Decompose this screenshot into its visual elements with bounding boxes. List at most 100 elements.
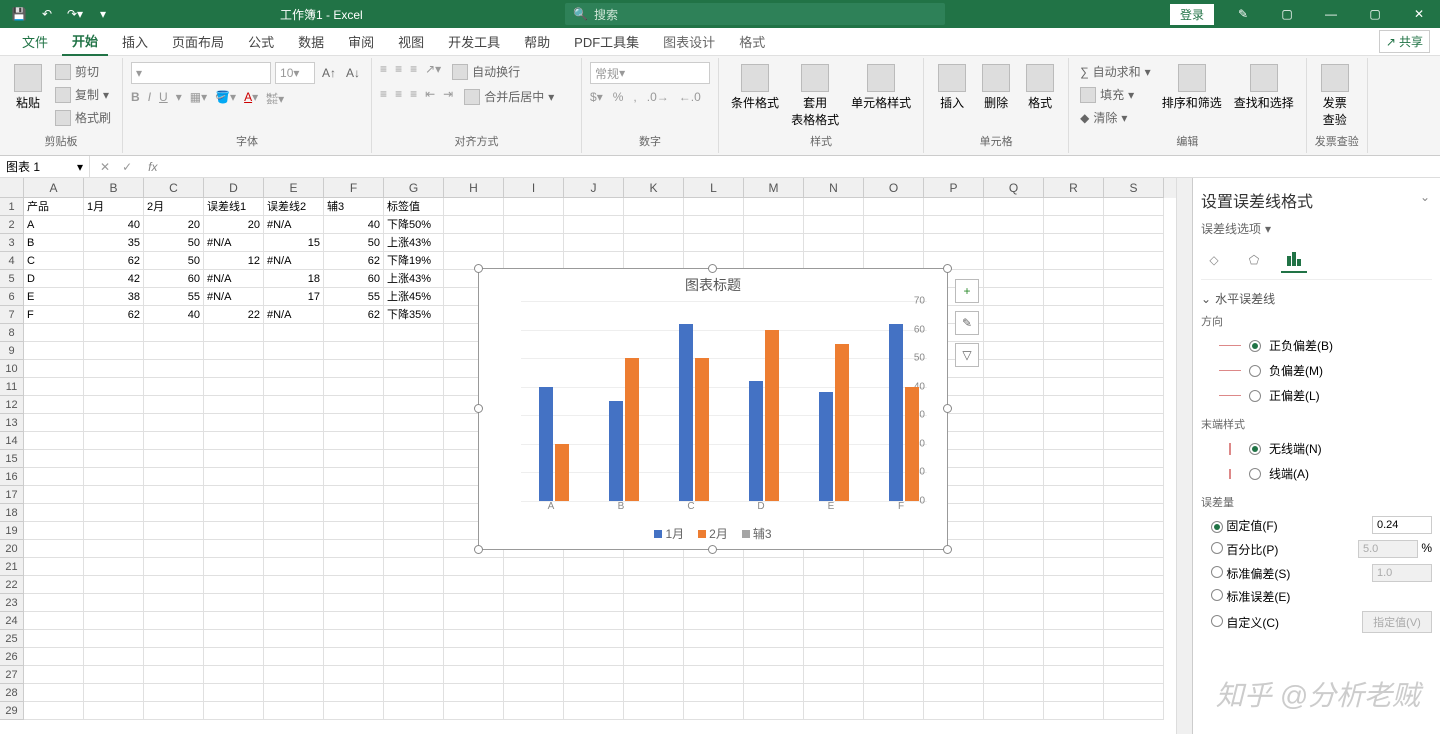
row-header[interactable]: 27 bbox=[0, 666, 24, 684]
chart-filters-button[interactable]: ▽ bbox=[955, 343, 979, 367]
cell[interactable] bbox=[324, 522, 384, 540]
cell[interactable] bbox=[984, 270, 1044, 288]
col-header[interactable]: P bbox=[924, 178, 984, 198]
cell[interactable]: 误差线2 bbox=[264, 198, 324, 216]
cell[interactable] bbox=[144, 324, 204, 342]
cell[interactable] bbox=[324, 486, 384, 504]
cell[interactable] bbox=[204, 450, 264, 468]
cell[interactable] bbox=[144, 540, 204, 558]
cell[interactable] bbox=[804, 594, 864, 612]
cell[interactable] bbox=[324, 378, 384, 396]
col-header[interactable]: M bbox=[744, 178, 804, 198]
cell[interactable] bbox=[564, 558, 624, 576]
cell[interactable] bbox=[1104, 270, 1164, 288]
col-header[interactable]: D bbox=[204, 178, 264, 198]
cell[interactable]: 15 bbox=[264, 234, 324, 252]
cell[interactable] bbox=[384, 702, 444, 720]
cell[interactable] bbox=[1044, 648, 1104, 666]
cell[interactable]: #N/A bbox=[204, 234, 264, 252]
row-header[interactable]: 9 bbox=[0, 342, 24, 360]
cell[interactable] bbox=[144, 576, 204, 594]
cell[interactable] bbox=[744, 702, 804, 720]
cell[interactable] bbox=[984, 522, 1044, 540]
cell[interactable] bbox=[204, 324, 264, 342]
fill-button[interactable]: 填充▾ bbox=[1077, 85, 1154, 104]
row-header[interactable]: 1 bbox=[0, 198, 24, 216]
cell[interactable] bbox=[444, 684, 504, 702]
cell[interactable] bbox=[1104, 648, 1164, 666]
cell[interactable] bbox=[984, 612, 1044, 630]
fixed-value-input[interactable] bbox=[1372, 516, 1432, 534]
cell-styles-button[interactable]: 单元格样式 bbox=[847, 62, 915, 113]
cell[interactable] bbox=[24, 702, 84, 720]
cell[interactable] bbox=[264, 522, 324, 540]
cell[interactable] bbox=[84, 594, 144, 612]
cell[interactable] bbox=[144, 414, 204, 432]
cell[interactable]: 上涨45% bbox=[384, 288, 444, 306]
cell[interactable] bbox=[264, 612, 324, 630]
cell[interactable] bbox=[504, 576, 564, 594]
tab-insert[interactable]: 插入 bbox=[112, 28, 158, 55]
cell[interactable]: C bbox=[24, 252, 84, 270]
cell[interactable]: 50 bbox=[144, 234, 204, 252]
pane-subtitle[interactable]: 误差线选项 ▾ bbox=[1201, 220, 1432, 237]
cell[interactable] bbox=[984, 432, 1044, 450]
tab-file[interactable]: 文件 bbox=[12, 28, 58, 55]
cell[interactable] bbox=[1044, 234, 1104, 252]
cell[interactable] bbox=[144, 378, 204, 396]
cell[interactable] bbox=[1104, 252, 1164, 270]
cell[interactable] bbox=[984, 288, 1044, 306]
row-header[interactable]: 8 bbox=[0, 324, 24, 342]
cell[interactable] bbox=[744, 594, 804, 612]
format-as-table-button[interactable]: 套用 表格格式 bbox=[787, 62, 843, 130]
tab-home[interactable]: 开始 bbox=[62, 27, 108, 56]
invoice-check-button[interactable]: 发票 查验 bbox=[1315, 62, 1355, 130]
pane-tab-fill-icon[interactable]: ◇ bbox=[1201, 247, 1227, 273]
cell[interactable] bbox=[984, 594, 1044, 612]
cell[interactable] bbox=[384, 378, 444, 396]
cell[interactable]: #N/A bbox=[264, 216, 324, 234]
cell[interactable] bbox=[204, 630, 264, 648]
row-header[interactable]: 7 bbox=[0, 306, 24, 324]
row-header[interactable]: 17 bbox=[0, 486, 24, 504]
cell[interactable] bbox=[924, 684, 984, 702]
cell[interactable] bbox=[504, 648, 564, 666]
cell[interactable] bbox=[1104, 306, 1164, 324]
col-header[interactable]: C bbox=[144, 178, 204, 198]
col-header[interactable]: L bbox=[684, 178, 744, 198]
cell[interactable] bbox=[1104, 342, 1164, 360]
cell[interactable] bbox=[804, 576, 864, 594]
col-header[interactable]: E bbox=[264, 178, 324, 198]
undo-icon[interactable]: ↶ bbox=[36, 3, 58, 25]
radio-dir-both[interactable] bbox=[1249, 340, 1261, 352]
cell[interactable]: 62 bbox=[324, 306, 384, 324]
tab-developer[interactable]: 开发工具 bbox=[438, 28, 510, 55]
cell[interactable]: B bbox=[24, 234, 84, 252]
cell[interactable]: 42 bbox=[84, 270, 144, 288]
cell[interactable] bbox=[84, 450, 144, 468]
cell[interactable]: 下降35% bbox=[384, 306, 444, 324]
cell[interactable] bbox=[504, 594, 564, 612]
cell[interactable] bbox=[1044, 360, 1104, 378]
cell[interactable]: 下降19% bbox=[384, 252, 444, 270]
cell[interactable] bbox=[204, 342, 264, 360]
tab-review[interactable]: 审阅 bbox=[338, 28, 384, 55]
cell[interactable] bbox=[564, 576, 624, 594]
cell[interactable] bbox=[324, 414, 384, 432]
cell[interactable] bbox=[24, 324, 84, 342]
find-select-button[interactable]: 查找和选择 bbox=[1230, 62, 1298, 113]
cell[interactable] bbox=[1104, 684, 1164, 702]
cell[interactable] bbox=[24, 360, 84, 378]
cell[interactable] bbox=[1044, 414, 1104, 432]
cell[interactable] bbox=[24, 396, 84, 414]
cell[interactable] bbox=[204, 558, 264, 576]
search-box[interactable]: 🔍 搜索 bbox=[565, 3, 945, 25]
cell[interactable] bbox=[84, 702, 144, 720]
cell[interactable] bbox=[204, 594, 264, 612]
cell[interactable] bbox=[744, 558, 804, 576]
cell[interactable] bbox=[624, 666, 684, 684]
cell[interactable] bbox=[1104, 378, 1164, 396]
qat-more-icon[interactable]: ▾ bbox=[92, 3, 114, 25]
cell[interactable] bbox=[504, 558, 564, 576]
delete-cells-button[interactable]: 删除 bbox=[976, 62, 1016, 113]
